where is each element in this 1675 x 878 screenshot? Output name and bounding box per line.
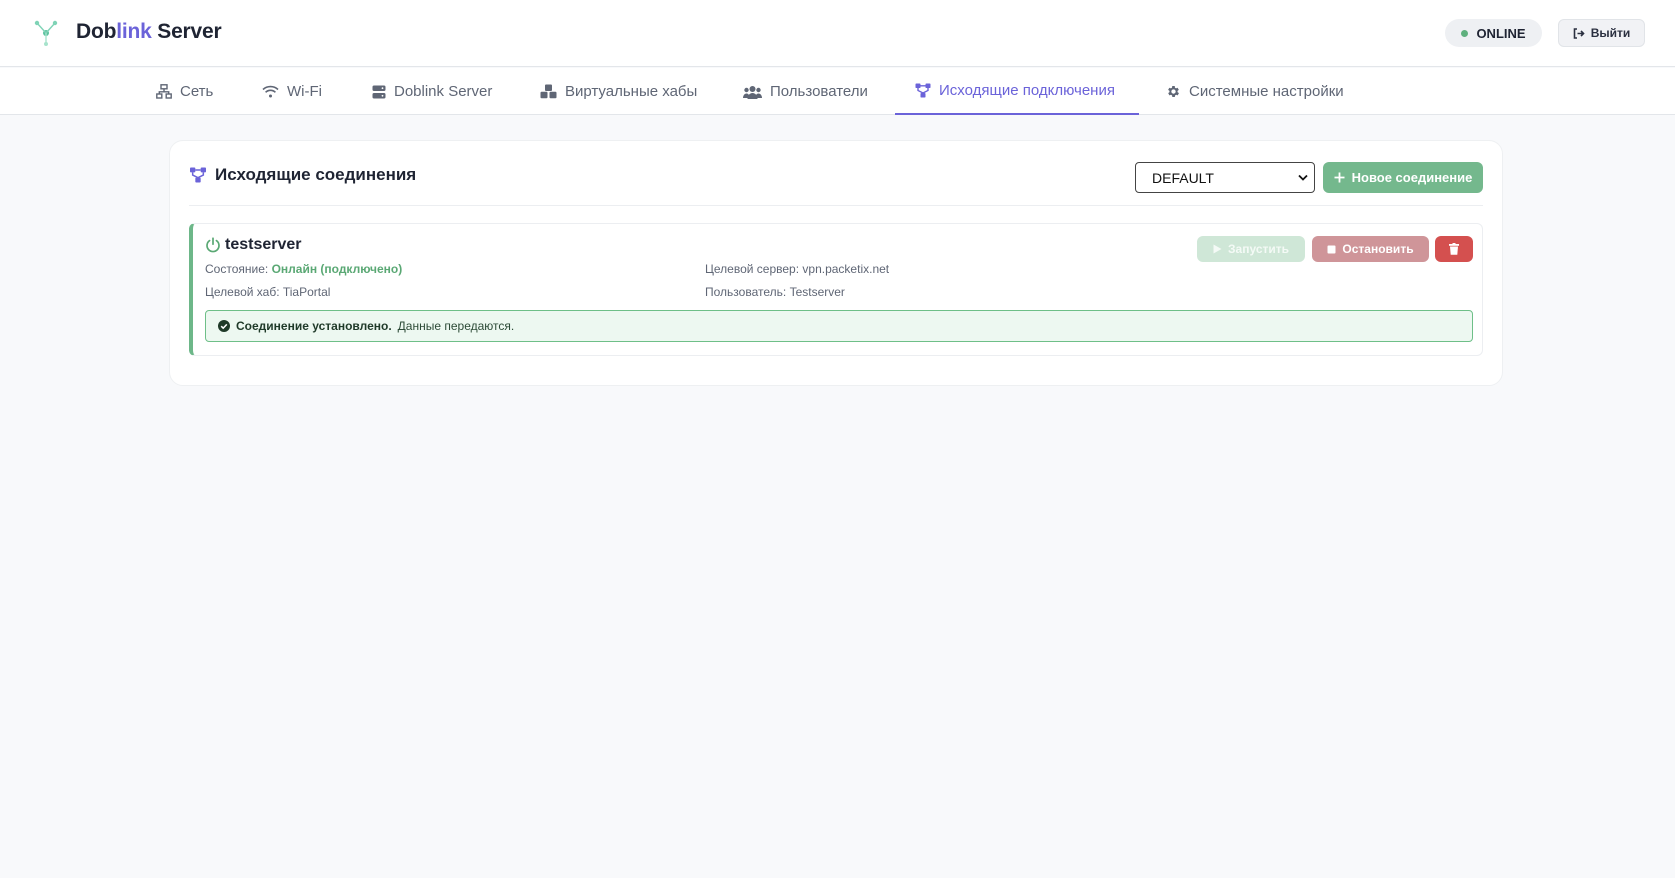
online-status-badge: ONLINE [1445,19,1542,47]
status-dot-icon [1461,29,1469,37]
start-label: Запустить [1228,242,1289,256]
brand-accent: link [116,20,152,43]
outgoing-connections-card: Исходящие соединения DEFAULT Новое соеди… [169,140,1503,386]
tab-virtual-hubs[interactable]: Виртуальные хабы [520,68,717,115]
top-header: Doblink Server ONLINE Выйти [0,0,1675,67]
target-server-value: vpn.packetix.net [802,262,890,276]
user-label: Пользователь: [705,285,787,299]
connection-user: Пользователь: Testserver [705,285,845,299]
diagram-icon [190,167,206,183]
logout-button[interactable]: Выйти [1558,19,1645,47]
delete-button[interactable] [1435,236,1473,262]
logout-icon [1573,27,1585,39]
new-connection-label: Новое соединение [1351,170,1473,185]
power-icon [206,237,220,253]
server-icon [372,85,386,98]
check-circle-icon [218,320,230,332]
logout-label: Выйти [1590,26,1631,40]
stop-button[interactable]: Остановить [1312,236,1429,262]
tab-outgoing-connections[interactable]: Исходящие подключения [895,68,1139,115]
tab-label: Пользователи [770,83,868,100]
state-label: Состояние: [205,262,269,276]
target-server-label: Целевой сервер: [705,262,800,276]
tab-label: Сеть [180,83,214,100]
card-title: Исходящие соединения [189,165,416,185]
tab-label: Исходящие подключения [939,82,1115,99]
main-nav: Сеть Wi-Fi Doblink Server Виртуальные ха… [0,68,1675,115]
connection-target-hub: Целевой хаб: TiaPortal [205,285,330,299]
new-connection-button[interactable]: Новое соединение [1323,162,1483,193]
connection-status-alert: Соединение установлено. Данные передаютс… [205,310,1473,342]
tab-label: Виртуальные хабы [565,83,698,100]
connection-item: testserver Состояние: Онлайн (подключено… [189,223,1483,356]
doblink-logo-icon [34,20,58,46]
tab-doblink-server[interactable]: Doblink Server [352,68,512,115]
tab-network[interactable]: Сеть [136,68,233,115]
stop-icon [1327,245,1336,253]
card-header: Исходящие соединения DEFAULT Новое соеди… [189,141,1483,206]
alert-bold-text: Соединение установлено. [236,319,392,333]
connection-name: testserver [205,236,302,254]
tab-wifi[interactable]: Wi-Fi [242,68,342,115]
chevron-down-icon [1298,174,1308,181]
card-title-text: Исходящие соединения [215,165,417,184]
tab-label: Системные настройки [1189,83,1344,100]
connection-target-server: Целевой сервер: vpn.packetix.net [705,262,889,276]
alert-text: Данные передаются. [397,319,515,333]
status-label: ONLINE [1476,25,1526,41]
connection-name-text: testserver [225,236,302,253]
gear-icon [1168,86,1179,97]
hub-select[interactable]: DEFAULT [1135,162,1315,193]
diagram-icon [915,83,931,98]
brand-suffix: Server [151,20,222,43]
users-icon [743,85,762,99]
user-value: Testserver [789,285,845,299]
brand-prefix: Dob [76,20,117,43]
tab-users[interactable]: Пользователи [723,68,888,115]
hub-select-value: DEFAULT [1152,169,1214,186]
state-value: Онлайн (подключено) [271,262,403,276]
target-hub-label: Целевой хаб: [205,285,280,299]
stop-label: Остановить [1342,242,1414,256]
trash-icon [1449,243,1459,255]
plus-icon [1334,172,1345,183]
start-button[interactable]: Запустить [1197,236,1305,262]
cubes-icon [540,84,557,99]
play-icon [1213,244,1222,254]
connection-state: Состояние: Онлайн (подключено) [205,262,402,276]
target-hub-value: TiaPortal [282,285,331,299]
network-icon [156,84,172,99]
app-title: Doblink Server [76,20,222,44]
tab-system-settings[interactable]: Системные настройки [1146,68,1364,115]
tab-label: Doblink Server [394,83,493,100]
tab-label: Wi-Fi [287,83,322,100]
wifi-icon [262,85,279,98]
